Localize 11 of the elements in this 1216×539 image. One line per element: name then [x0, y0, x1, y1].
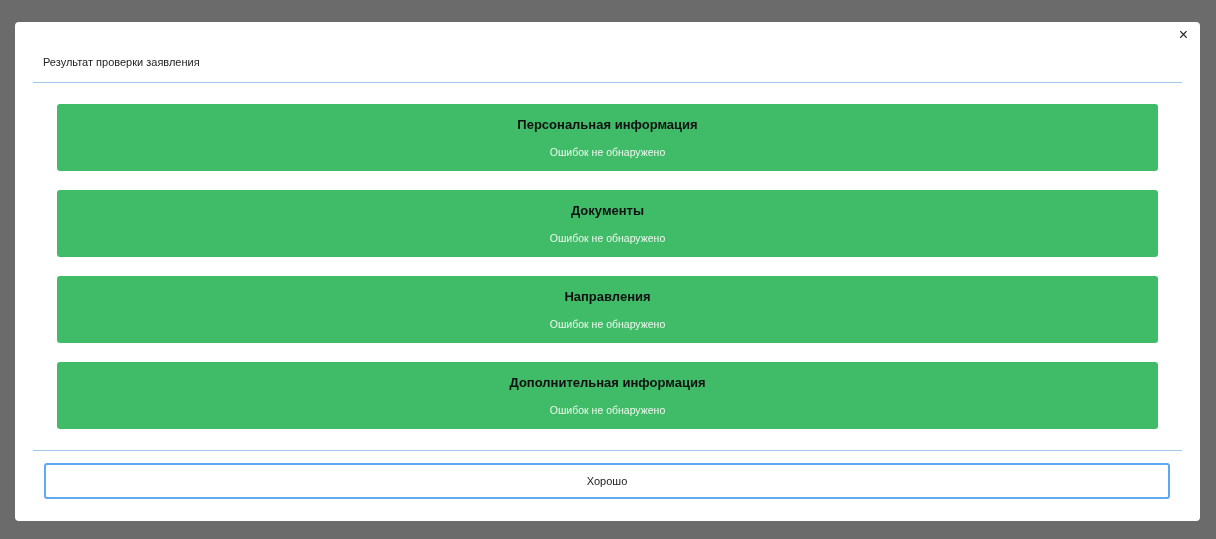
section-status: Ошибок не обнаружено — [549, 232, 666, 244]
close-button[interactable]: × — [1174, 26, 1192, 44]
section-status: Ошибок не обнаружено — [549, 404, 666, 416]
section-title: Дополнительная информация — [509, 375, 706, 390]
section-title: Документы — [570, 203, 645, 218]
section-status: Ошибок не обнаружено — [549, 146, 666, 158]
section-title: Направления — [564, 289, 651, 304]
section-title: Персональная информация — [517, 117, 698, 132]
dialog-title: Результат проверки заявления — [43, 56, 200, 68]
section-status: Ошибок не обнаружено — [549, 318, 666, 330]
ok-button[interactable]: Хорошо — [44, 463, 1170, 499]
